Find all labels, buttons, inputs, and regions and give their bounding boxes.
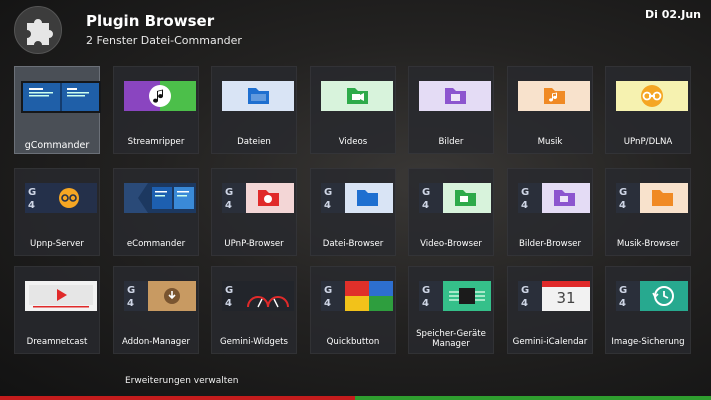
- svg-text:G: G: [521, 285, 529, 296]
- image-browser-icon: G 4: [518, 183, 590, 213]
- plugin-label: Dreamnetcast: [26, 337, 88, 347]
- svg-text:4: 4: [127, 298, 134, 309]
- red-key-bar: [0, 396, 355, 400]
- upnp-server-icon: G 4: [25, 183, 97, 213]
- video-browser-icon: G 4: [419, 183, 491, 213]
- file-browser-icon: G 4: [321, 183, 393, 213]
- plugin-label: Addon-Manager: [121, 337, 191, 347]
- music-note-icon: [124, 81, 196, 111]
- video-folder-icon: [321, 81, 393, 111]
- plugin-tile-ecommander[interactable]: eCommander: [113, 168, 199, 256]
- svg-text:G: G: [225, 187, 233, 198]
- backup-clock-icon: G 4: [616, 281, 688, 311]
- svg-text:G: G: [422, 187, 430, 198]
- page-title: Plugin Browser: [86, 12, 215, 30]
- plugin-tile-addon-manager[interactable]: G 4 Addon-Manager: [113, 266, 199, 354]
- plugin-label: Quickbutton: [326, 337, 380, 347]
- plugin-label: Video-Browser: [420, 239, 482, 249]
- plugin-label: Image-Sicherung: [611, 337, 685, 347]
- plugin-label: Videos: [338, 137, 368, 147]
- dual-pane-icon: [21, 81, 101, 113]
- music-browser-icon: G 4: [616, 183, 688, 213]
- upnp-folder-icon: G 4: [222, 183, 294, 213]
- plugin-tile-image-sicherung[interactable]: G 4 Image-Sicherung: [605, 266, 691, 354]
- calendar-day: 31: [556, 289, 576, 307]
- calendar-icon: G 4 31: [518, 281, 590, 311]
- plugin-label: Musik: [537, 137, 563, 147]
- green-key-bar: [355, 396, 711, 400]
- header: Plugin Browser 2 Fenster Datei-Commander…: [0, 0, 711, 60]
- svg-text:G: G: [324, 187, 332, 198]
- upnp-icon: [616, 81, 688, 111]
- svg-text:G: G: [521, 187, 529, 198]
- manage-extensions-button[interactable]: Erweiterungen verwalten: [125, 376, 238, 386]
- svg-text:4: 4: [225, 200, 232, 211]
- plugin-tile-datei-browser[interactable]: G 4 Datei-Browser: [310, 168, 396, 256]
- svg-text:4: 4: [225, 298, 232, 309]
- ecommander-icon: [124, 183, 196, 213]
- plugin-tile-bilder-browser[interactable]: G 4 Bilder-Browser: [507, 168, 593, 256]
- plugin-label: Musik-Browser: [616, 239, 680, 249]
- plugin-tile-bilder[interactable]: Bilder: [408, 66, 494, 154]
- plugin-tile-gemini-widgets[interactable]: G 4 Gemini-Widgets: [211, 266, 297, 354]
- plugin-tile-upnp-browser[interactable]: G 4 UPnP-Browser: [211, 168, 297, 256]
- download-addon-icon: G 4: [124, 281, 196, 311]
- plugin-label: Bilder-Browser: [518, 239, 581, 249]
- plugin-tile-speicher-geraete-manager[interactable]: G 4 Speicher-Geräte Manager: [408, 266, 494, 354]
- plugin-tile-musik[interactable]: Musik: [507, 66, 593, 154]
- plugin-tile-dateien[interactable]: Dateien: [211, 66, 297, 154]
- svg-text:G: G: [422, 285, 430, 296]
- svg-text:4: 4: [28, 200, 35, 211]
- svg-text:G: G: [225, 285, 233, 296]
- plugin-tile-streamripper[interactable]: Streamripper: [113, 66, 199, 154]
- plugin-tile-musik-browser[interactable]: G 4 Musik-Browser: [605, 168, 691, 256]
- plugin-tile-gcommander[interactable]: gCommander: [14, 66, 101, 154]
- plugin-label: Streamripper: [127, 137, 185, 147]
- svg-text:G: G: [619, 187, 627, 198]
- svg-text:4: 4: [324, 200, 331, 211]
- play-video-icon: [25, 281, 97, 311]
- svg-text:G: G: [324, 285, 332, 296]
- plugin-tile-upnp-dlna[interactable]: UPnP/DLNA: [605, 66, 691, 154]
- image-folder-icon: [419, 81, 491, 111]
- music-folder-icon: [518, 81, 590, 111]
- plugin-tile-gemini-icalendar[interactable]: G 4 31 Gemini-iCalendar: [507, 266, 593, 354]
- svg-text:4: 4: [619, 200, 626, 211]
- plugin-label: UPnP/DLNA: [623, 137, 673, 147]
- svg-text:4: 4: [422, 298, 429, 309]
- date-display: Di 02.Jun: [645, 8, 701, 21]
- chip-icon: G 4: [419, 281, 491, 311]
- svg-text:4: 4: [324, 298, 331, 309]
- plugin-label: Gemini-Widgets: [219, 337, 289, 347]
- plugin-grid: gCommander Streamripper Dateien Videos B…: [14, 66, 704, 358]
- plugin-label: Gemini-iCalendar: [512, 337, 588, 347]
- svg-text:G: G: [28, 187, 36, 198]
- plugin-label: Upnp-Server: [30, 239, 84, 249]
- puzzle-piece-icon: [14, 6, 62, 54]
- svg-text:4: 4: [521, 200, 528, 211]
- gauges-icon: G 4: [222, 281, 294, 311]
- plugin-tile-videos[interactable]: Videos: [310, 66, 396, 154]
- svg-text:G: G: [619, 285, 627, 296]
- plugin-tile-video-browser[interactable]: G 4 Video-Browser: [408, 168, 494, 256]
- plugin-label: Bilder: [438, 137, 464, 147]
- plugin-label: Datei-Browser: [322, 239, 384, 249]
- svg-text:4: 4: [521, 298, 528, 309]
- svg-text:G: G: [127, 285, 135, 296]
- plugin-label: Dateien: [237, 137, 271, 147]
- plugin-tile-quickbutton[interactable]: G 4 Quickbutton: [310, 266, 396, 354]
- plugin-label: UPnP-Browser: [224, 239, 284, 249]
- plugin-tile-upnp-server[interactable]: G 4 Upnp-Server: [14, 168, 100, 256]
- plugin-tile-dreamnetcast[interactable]: Dreamnetcast: [14, 266, 100, 354]
- page-subtitle: 2 Fenster Datei-Commander: [86, 34, 242, 47]
- blue-folder-icon: [222, 81, 294, 111]
- color-buttons-icon: G 4: [321, 281, 393, 311]
- plugin-label: Speicher-Geräte Manager: [416, 329, 486, 349]
- svg-text:4: 4: [619, 298, 626, 309]
- svg-text:4: 4: [422, 200, 429, 211]
- plugin-label: eCommander: [126, 239, 186, 249]
- plugin-label: gCommander: [24, 140, 90, 151]
